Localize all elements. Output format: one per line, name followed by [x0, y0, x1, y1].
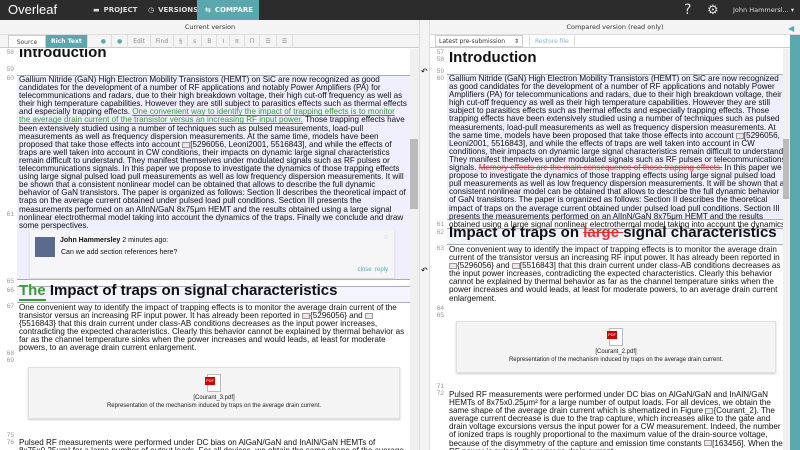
- section-button[interactable]: §: [174, 34, 189, 48]
- citation-icon: [704, 440, 713, 447]
- editor-toolbar: Source Rich Text ● ● Edit Find § s B I π…: [0, 34, 420, 48]
- current-editor[interactable]: 58 59 60 61 65 66 67 68 69 75 76 Introdu…: [0, 49, 410, 450]
- reply-link[interactable]: reply: [375, 267, 388, 273]
- paragraph-pulsed: Pulsed RF measurements were performed un…: [449, 390, 783, 450]
- paragraph-intro: Gallium Nitride (GaN) High Electron Mobi…: [449, 74, 786, 236]
- side-panel-strip: [790, 35, 800, 450]
- citation-icon: [301, 312, 310, 319]
- compare-arrows-icon: ⇆: [205, 6, 211, 14]
- rich-text-tab[interactable]: Rich Text: [46, 34, 88, 48]
- paragraph-pulsed: Pulsed RF measurements were performed un…: [19, 438, 404, 450]
- comment-icon: ◌: [383, 234, 388, 241]
- source-tab[interactable]: Source: [8, 34, 46, 48]
- folder-icon: ▬: [93, 6, 100, 14]
- compared-editor[interactable]: 57 58 59 60 61 62 63 64 65 71 72 Introdu…: [430, 49, 790, 450]
- track-changes-icon[interactable]: ●: [112, 34, 129, 48]
- comment-icon[interactable]: ●: [96, 34, 112, 48]
- gear-icon[interactable]: ⚙: [707, 0, 719, 20]
- find-button[interactable]: Find: [151, 34, 175, 48]
- figure-block[interactable]: [Courant_3.pdf] Representation of the me…: [28, 367, 400, 419]
- inline-math-button[interactable]: π: [230, 34, 245, 48]
- close-comment-link[interactable]: close: [358, 267, 372, 273]
- edit-button[interactable]: Edit: [128, 34, 151, 48]
- citation-icon: [182, 141, 191, 148]
- top-bar: Overleaf ▬ PROJECT ◷ VERSIONS ⇆ COMPARE ? ⚙…: [0, 0, 800, 20]
- italic-button[interactable]: I: [217, 34, 231, 48]
- compare-button[interactable]: ⇆ COMPARE: [197, 0, 259, 20]
- paragraph-traps: One convenient way to identify the impac…: [19, 303, 405, 353]
- bullet-list-icon[interactable]: ☰: [277, 34, 294, 48]
- introduction-heading: Introduction: [19, 49, 107, 61]
- diff-gutter: ↶ ↶: [419, 20, 430, 450]
- clock-icon: ◷: [148, 6, 155, 14]
- left-scrollbar[interactable]: [410, 49, 419, 450]
- avatar: [35, 237, 55, 257]
- subsection-button[interactable]: s: [188, 34, 203, 48]
- current-version-header: Current version: [0, 20, 420, 35]
- compared-version-header: Compared version (read only): [430, 20, 800, 35]
- user-menu[interactable]: John Hammersl... ▾: [733, 0, 794, 20]
- comment-card: John Hammersley 2 minutes ago: Can we ad…: [30, 230, 394, 278]
- introduction-heading: Introduction: [449, 49, 537, 66]
- project-button[interactable]: ▬ PROJECT: [85, 0, 145, 20]
- paragraph-intro: Gallium Nitride (GaN) High Electron Mobi…: [19, 75, 407, 230]
- comment-author: John Hammersley: [60, 237, 121, 244]
- display-math-button[interactable]: Π: [245, 34, 261, 48]
- help-button[interactable]: ?: [684, 0, 691, 20]
- section-heading: The Impact of traps on signal characteri…: [19, 282, 338, 301]
- restore-file-button[interactable]: Restore file: [529, 34, 575, 48]
- compare-toolbar: Latest pre-submission ⇕ Restore file: [430, 34, 790, 48]
- jump-arrow-icon[interactable]: ↶: [421, 67, 428, 76]
- paragraph-traps: One convenient way to identify the impac…: [449, 245, 781, 303]
- section-heading: Impact of traps on large signal characte…: [449, 224, 777, 241]
- citation-icon: [364, 312, 373, 319]
- pdf-icon: [205, 374, 221, 392]
- numbered-list-icon[interactable]: ☰: [260, 34, 277, 48]
- right-scrollbar[interactable]: [783, 49, 790, 450]
- jump-arrow-icon[interactable]: ↶: [421, 266, 428, 275]
- pdf-icon: [607, 328, 623, 346]
- collapse-panel-icon[interactable]: ◀: [788, 24, 794, 33]
- figure-block[interactable]: [Courant_2.pdf] Representation of the me…: [456, 321, 776, 373]
- select-arrows-icon: ⇕: [513, 38, 519, 45]
- citation-icon: [449, 263, 457, 270]
- comment-text: Can we add section references here?: [61, 249, 178, 256]
- citation-icon: [735, 132, 744, 139]
- overleaf-logo[interactable]: Overleaf: [8, 2, 57, 17]
- bold-button[interactable]: B: [202, 34, 218, 48]
- citation-icon: [511, 263, 520, 270]
- comment-time: 2 minutes ago:: [122, 237, 169, 244]
- version-select[interactable]: Latest pre-submission ⇕: [435, 35, 523, 47]
